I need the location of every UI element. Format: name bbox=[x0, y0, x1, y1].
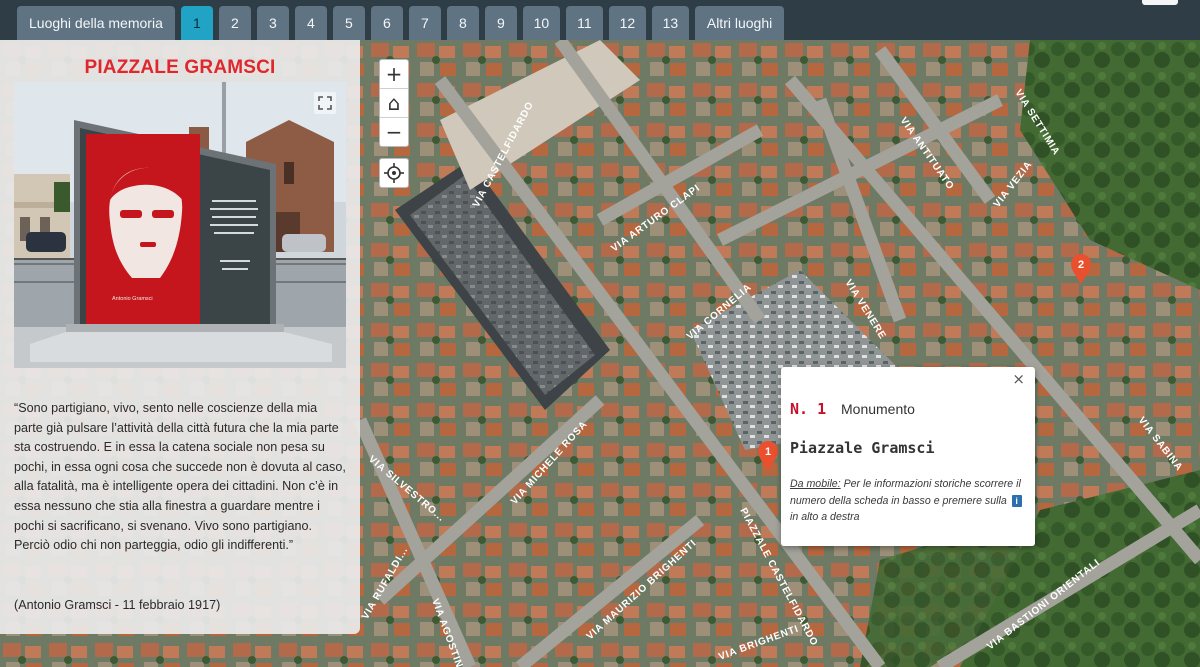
tab-place-1[interactable]: 1 bbox=[180, 6, 213, 40]
popup-mobile-note: Da mobile: Per le informazioni storiche … bbox=[790, 476, 1026, 526]
info-icon: i bbox=[1011, 494, 1022, 507]
tab-place-4[interactable]: 4 bbox=[294, 6, 327, 40]
place-photo: Antonio Gramsci bbox=[14, 82, 346, 368]
place-info-panel: PIAZZALE GRAMSCI Antonio Gramsci “Sono p… bbox=[0, 40, 360, 634]
tab-place-12[interactable]: 12 bbox=[608, 6, 646, 40]
place-tabs: Luoghi della memoria 1 2 3 4 5 6 7 8 9 1… bbox=[17, 6, 785, 40]
mobile-note-label: Da mobile: bbox=[790, 478, 841, 490]
tab-place-13[interactable]: 13 bbox=[651, 6, 689, 40]
zoom-in-button[interactable]: + bbox=[380, 60, 408, 89]
marker-label: 2 bbox=[1078, 259, 1084, 271]
marker-label: 1 bbox=[765, 446, 771, 458]
map-marker-2[interactable]: 2 bbox=[1070, 253, 1092, 285]
map-marker-1[interactable]: 1 bbox=[757, 440, 779, 472]
zoom-out-button[interactable]: − bbox=[380, 118, 408, 146]
tab-altri-luoghi[interactable]: Altri luoghi bbox=[694, 6, 785, 40]
monument-photo: Antonio Gramsci bbox=[14, 82, 346, 368]
tab-place-9[interactable]: 9 bbox=[484, 6, 517, 40]
tab-place-10[interactable]: 10 bbox=[522, 6, 560, 40]
tab-place-3[interactable]: 3 bbox=[256, 6, 289, 40]
popup-number: N. 1 bbox=[790, 400, 827, 418]
quote-author: (Antonio Gramsci - 11 febbraio 1917) bbox=[14, 598, 221, 612]
place-title: PIAZZALE GRAMSCI bbox=[84, 57, 276, 78]
crosshair-icon bbox=[384, 163, 404, 183]
tab-place-6[interactable]: 6 bbox=[370, 6, 403, 40]
tab-place-7[interactable]: 7 bbox=[408, 6, 441, 40]
fullscreen-icon[interactable] bbox=[314, 92, 336, 114]
place-quote: “Sono partigiano, vivo, sento nelle cosc… bbox=[14, 401, 346, 553]
top-navigation-bar: Luoghi della memoria 1 2 3 4 5 6 7 8 9 1… bbox=[0, 0, 1200, 40]
popup-title: Piazzale Gramsci bbox=[790, 439, 935, 457]
mobile-note-text-end: in alto a destra bbox=[790, 511, 860, 523]
close-popup-button[interactable]: × bbox=[1012, 370, 1025, 388]
tab-place-2[interactable]: 2 bbox=[218, 6, 251, 40]
locate-button[interactable] bbox=[379, 158, 409, 188]
popup-type: Monumento bbox=[841, 401, 915, 417]
map-zoom-controls: + ⌂ − bbox=[379, 59, 409, 147]
menu-button[interactable] bbox=[1142, 0, 1178, 5]
tab-place-8[interactable]: 8 bbox=[446, 6, 479, 40]
tab-place-5[interactable]: 5 bbox=[332, 6, 365, 40]
tab-luoghi-della-memoria[interactable]: Luoghi della memoria bbox=[17, 6, 175, 40]
monument-caption: Antonio Gramsci bbox=[112, 296, 153, 302]
home-button[interactable]: ⌂ bbox=[380, 89, 408, 118]
tab-place-11[interactable]: 11 bbox=[565, 6, 603, 40]
place-popup: × N. 1 Monumento Piazzale Gramsci Da mob… bbox=[781, 367, 1035, 546]
